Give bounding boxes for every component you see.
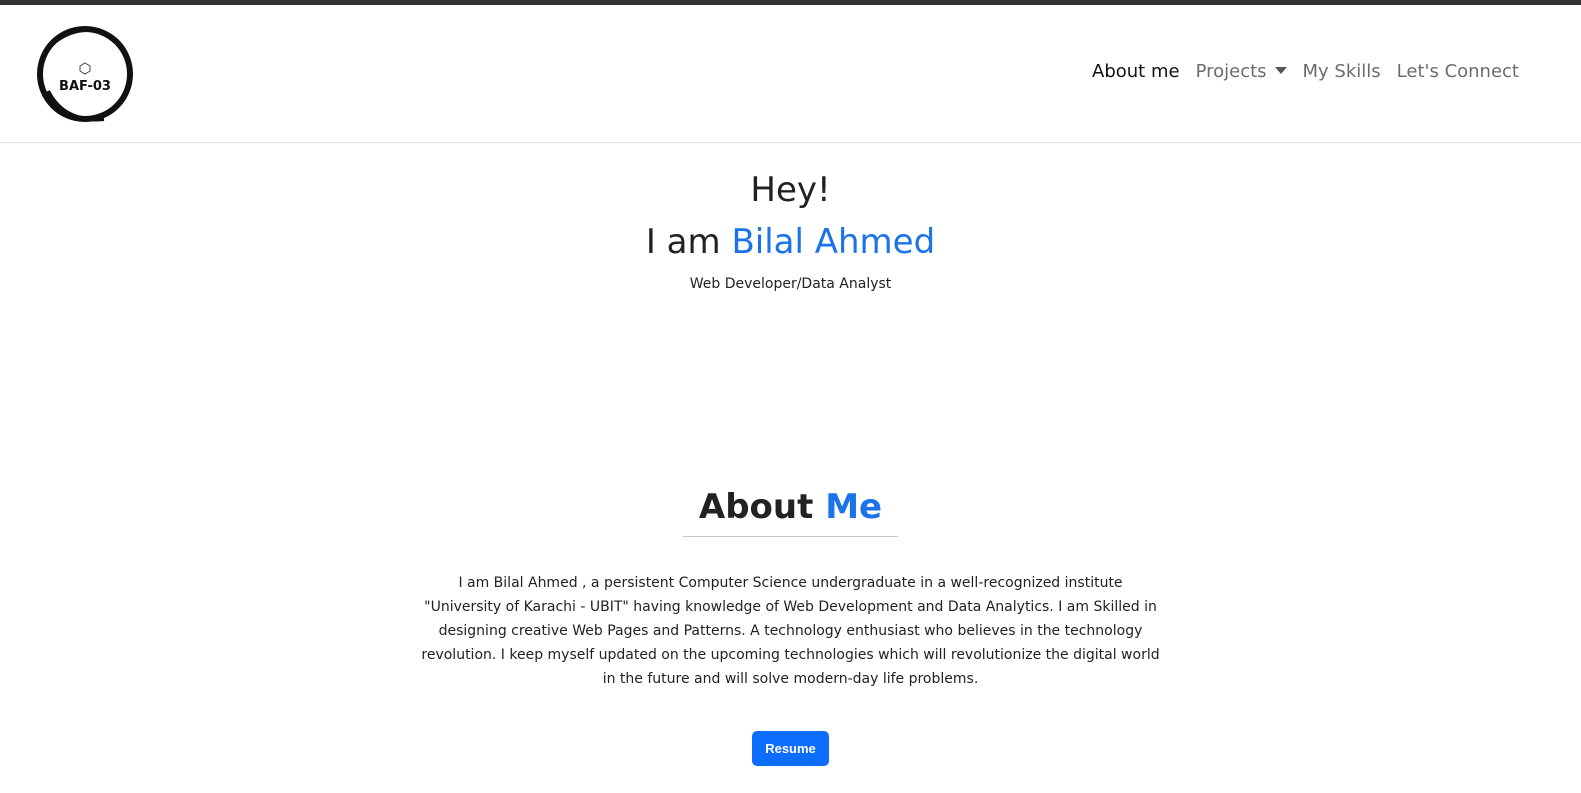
hero-name: Bilal Ahmed (731, 222, 936, 262)
nav-projects-dropdown[interactable]: Projects (1188, 57, 1295, 86)
main-nav: About me Projects My Skills Let's Connec… (1084, 57, 1527, 86)
chevron-down-icon (1274, 67, 1287, 74)
logo-text: BAF-03 (59, 79, 111, 94)
nav-about-me[interactable]: About me (1084, 57, 1188, 86)
resume-button[interactable]: Resume (752, 731, 829, 766)
about-heading: About Me (682, 482, 899, 537)
nav-projects-label: Projects (1195, 61, 1267, 82)
about-section: About Me I am Bilal Ahmed , a persistent… (0, 482, 1581, 766)
about-description: I am Bilal Ahmed , a persistent Computer… (421, 575, 1160, 687)
hero-section: Hey! I am Bilal Ahmed Web Developer/Data… (0, 166, 1581, 292)
hero-name-line: I am Bilal Ahmed (0, 214, 1581, 270)
nav-lets-connect[interactable]: Let's Connect (1389, 57, 1527, 86)
about-heading-accent: Me (825, 487, 883, 527)
hero-name-prefix: I am (645, 222, 721, 262)
hero-greeting: Hey! (750, 170, 831, 210)
hero-role: Web Developer/Data Analyst (689, 276, 892, 292)
site-logo[interactable]: BAF-03 (34, 21, 136, 127)
nav-my-skills[interactable]: My Skills (1295, 57, 1389, 86)
about-heading-prefix: About (698, 487, 814, 527)
navbar: BAF-03 About me Projects My Skills Let's… (0, 5, 1581, 143)
